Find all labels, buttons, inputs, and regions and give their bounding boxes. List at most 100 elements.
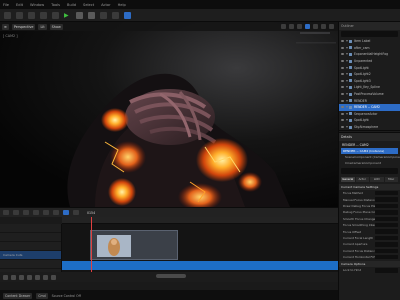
outliner-row[interactable]: SkyAtmosphere	[339, 124, 400, 131]
step-forward-icon[interactable]	[35, 274, 40, 280]
step-back-icon[interactable]	[11, 274, 16, 280]
fps-icon[interactable]	[73, 210, 79, 215]
visibility-icon[interactable]	[341, 112, 344, 115]
expand-arrow-icon[interactable]	[346, 66, 348, 69]
stop-button[interactable]	[88, 11, 95, 19]
menu-help[interactable]: Help	[118, 3, 126, 7]
scale-icon[interactable]	[297, 24, 302, 29]
track-row[interactable]	[0, 224, 61, 233]
filter-icon[interactable]	[13, 210, 19, 215]
property-value-field[interactable]	[375, 229, 398, 234]
timeline-ruler[interactable]	[62, 217, 338, 224]
outliner-row[interactable]: SpotLight3	[339, 78, 400, 85]
content-drawer-button[interactable]: Content Drawer	[3, 292, 33, 299]
expand-arrow-icon[interactable]	[346, 46, 348, 49]
mode-select-icon[interactable]	[16, 11, 23, 19]
save-sequence-icon[interactable]	[23, 210, 29, 215]
property-value-field[interactable]	[375, 191, 398, 196]
details-category-tab[interactable]: Misc	[384, 177, 398, 182]
perspective-button[interactable]: Perspective	[11, 23, 36, 30]
play-reverse-icon[interactable]	[19, 274, 24, 280]
camera-speed-icon[interactable]	[321, 24, 326, 29]
tab-details[interactable]: Details	[339, 133, 400, 141]
play-forward-icon[interactable]	[27, 274, 32, 280]
visibility-icon[interactable]	[341, 73, 344, 76]
outliner-row[interactable]: SpotLight	[339, 64, 400, 71]
expand-arrow-icon[interactable]	[346, 93, 348, 96]
menu-select[interactable]: Select	[83, 3, 94, 7]
visibility-icon[interactable]	[341, 126, 344, 129]
lit-button[interactable]: Lit	[38, 23, 47, 30]
save-icon[interactable]	[4, 11, 11, 19]
menu-actor[interactable]: Actor	[101, 3, 110, 7]
property-value-field[interactable]	[375, 197, 398, 202]
add-track-icon[interactable]	[3, 210, 9, 215]
expand-arrow-icon[interactable]	[346, 106, 348, 109]
blueprint-icon[interactable]	[40, 11, 47, 19]
expand-arrow-icon[interactable]	[346, 73, 348, 76]
visibility-icon[interactable]	[341, 119, 344, 122]
visibility-icon[interactable]	[341, 40, 344, 43]
track-row[interactable]	[0, 242, 61, 251]
camera-cut-lane[interactable]	[62, 261, 338, 270]
outliner-search-input[interactable]	[341, 31, 398, 37]
pause-button[interactable]	[76, 11, 83, 19]
viewport-options-button[interactable]: ≡	[2, 23, 9, 30]
outliner-row[interactable]: SpotLight2	[339, 71, 400, 78]
expand-arrow-icon[interactable]	[346, 112, 348, 115]
expand-arrow-icon[interactable]	[346, 60, 348, 63]
details-search-input[interactable]	[341, 168, 398, 174]
details-category-tab[interactable]: General	[341, 177, 355, 182]
expand-arrow-icon[interactable]	[346, 99, 348, 102]
visibility-icon[interactable]	[341, 93, 344, 96]
visibility-icon[interactable]	[341, 79, 344, 82]
outliner-row[interactable]: Item Label	[339, 38, 400, 45]
property-value-field[interactable]	[375, 210, 398, 215]
visibility-icon[interactable]	[341, 66, 344, 69]
details-category-tab[interactable]: LOD	[370, 177, 384, 182]
visibility-icon[interactable]	[341, 106, 344, 109]
outliner-row[interactable]: Light_Key_Spline	[339, 84, 400, 91]
menu-file[interactable]: File	[3, 3, 9, 7]
property-value-field[interactable]	[375, 235, 398, 241]
outliner-row[interactable]: SpotLight	[339, 117, 400, 124]
track-row[interactable]	[0, 233, 61, 242]
outliner-row[interactable]: Unparented	[339, 58, 400, 65]
expand-arrow-icon[interactable]	[346, 126, 348, 129]
visibility-icon[interactable]	[341, 99, 344, 102]
grid-snap-icon[interactable]	[305, 24, 310, 29]
key-icon[interactable]	[53, 210, 59, 215]
render-movie-icon[interactable]	[33, 210, 39, 215]
expand-arrow-icon[interactable]	[346, 119, 348, 122]
play-button[interactable]: ▶	[64, 12, 71, 19]
cinematics-icon[interactable]	[52, 11, 59, 19]
menu-build[interactable]: Build	[67, 3, 76, 7]
expand-arrow-icon[interactable]	[346, 86, 348, 89]
level-viewport[interactable]: ≡ Perspective Lit Show [ CAM2 ]	[0, 22, 338, 207]
details-sub-component-2[interactable]: CineCameraComponent	[339, 160, 400, 166]
track-row[interactable]: Camera Cuts	[0, 251, 61, 260]
snap-icon[interactable]	[63, 210, 69, 215]
menu-tools[interactable]: Tools	[51, 3, 60, 7]
visibility-icon[interactable]	[341, 86, 344, 89]
outliner-row[interactable]: SequenceActor	[339, 111, 400, 118]
menu-window[interactable]: Window	[30, 3, 44, 7]
settings-icon[interactable]	[124, 11, 131, 19]
visibility-icon[interactable]	[341, 46, 344, 49]
menu-edit[interactable]: Edit	[16, 3, 23, 7]
outliner-row[interactable]: RENDER -- CAM2	[339, 103, 400, 111]
property-value-field[interactable]	[375, 222, 398, 228]
playhead[interactable]	[91, 217, 92, 275]
camera-icon[interactable]	[43, 210, 49, 215]
jump-start-icon[interactable]	[3, 274, 8, 280]
source-control-status[interactable]: Source Control Off	[52, 294, 81, 298]
angle-snap-icon[interactable]	[313, 24, 318, 29]
platforms-icon[interactable]	[112, 11, 119, 19]
property-value-field[interactable]	[375, 216, 398, 221]
translate-icon[interactable]	[281, 24, 286, 29]
visibility-icon[interactable]	[341, 53, 344, 56]
outliner-row[interactable]: after_cam	[339, 45, 400, 52]
cmd-input[interactable]: Cmd	[36, 292, 48, 299]
property-value-field[interactable]	[375, 242, 398, 247]
jump-end-icon[interactable]	[43, 274, 48, 280]
